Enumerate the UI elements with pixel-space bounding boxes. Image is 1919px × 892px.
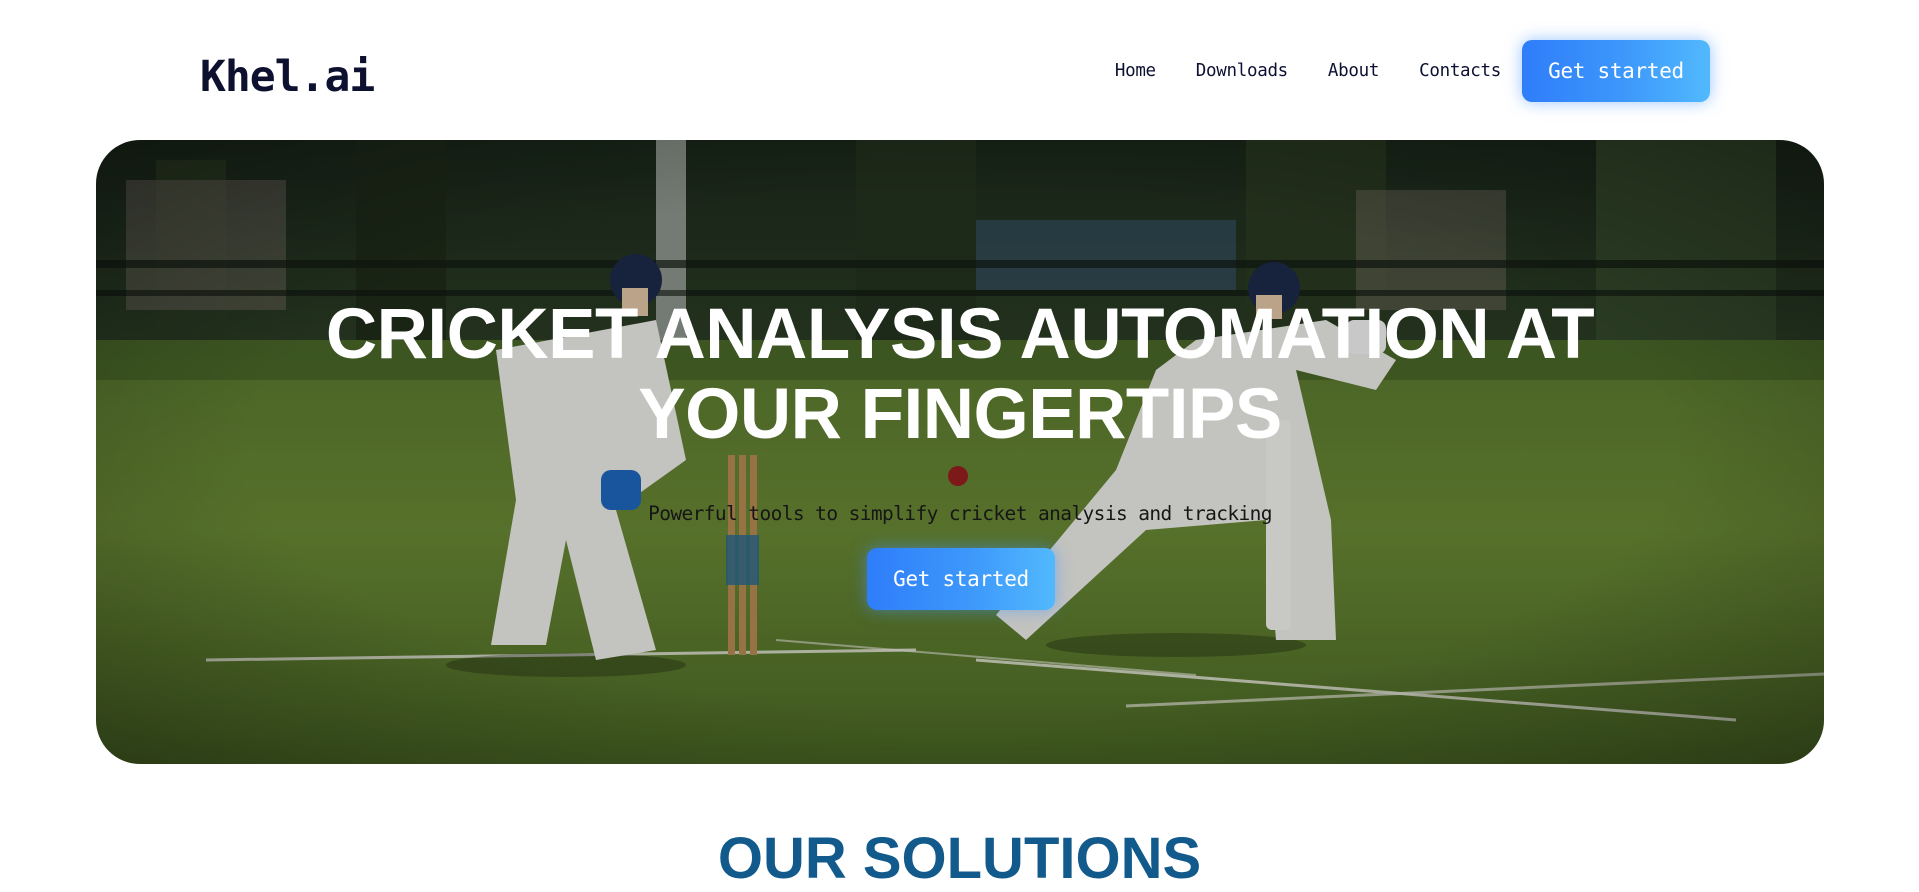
hero-title-line-1: CRICKET ANALYSIS AUTOMATION AT (325, 295, 1595, 374)
header-get-started-button[interactable]: Get started (1522, 40, 1710, 102)
hero-title-line-2: YOUR FINGERTIPS (638, 375, 1282, 454)
hero-get-started-button[interactable]: Get started (867, 548, 1055, 610)
hero-banner: CRICKET ANALYSIS AUTOMATION AT YOUR FING… (96, 140, 1824, 764)
nav-link-home[interactable]: Home (1115, 61, 1156, 81)
main-nav: Home Downloads About Contacts Get starte… (1115, 40, 1710, 102)
nav-link-about[interactable]: About (1328, 61, 1379, 81)
site-logo[interactable]: Khel.ai (200, 56, 375, 99)
solutions-heading: OUR SOLUTIONS (717, 826, 1202, 891)
nav-link-downloads[interactable]: Downloads (1196, 61, 1288, 81)
hero-subtitle: Powerful tools to simplify cricket analy… (648, 502, 1272, 525)
hero-title: CRICKET ANALYSIS AUTOMATION AT YOUR FING… (96, 295, 1824, 455)
nav-link-contacts[interactable]: Contacts (1419, 61, 1501, 81)
